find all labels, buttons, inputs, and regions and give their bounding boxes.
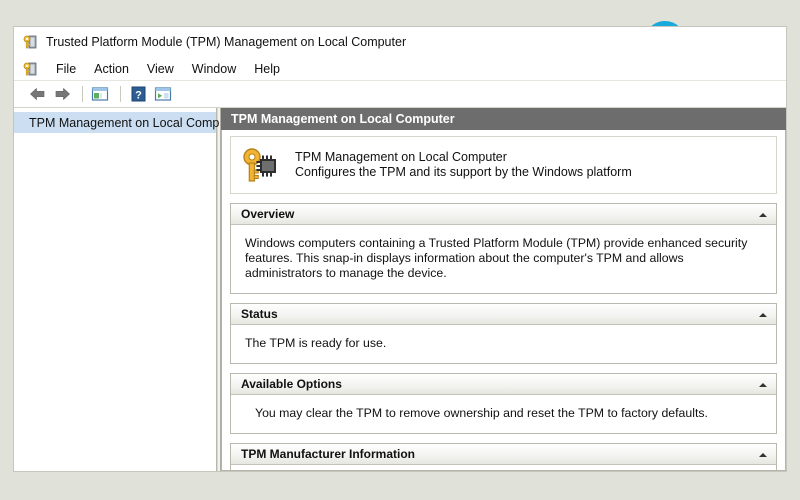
tree-item-label: TPM Management on Local Comp [29,116,219,130]
tpm-banner: TPM Management on Local Computer Configu… [230,136,777,194]
help-button[interactable]: ? [127,84,149,104]
chevron-up-icon[interactable] [759,310,768,319]
screenshot-root: MAG Trusted Platform Module (TPM) Manage… [0,0,800,500]
window-title: Trusted Platform Module (TPM) Management… [46,35,406,49]
section-status-title: Status [241,307,278,321]
section-overview-body: Windows computers containing a Trusted P… [231,225,776,293]
tpm-banner-title: TPM Management on Local Computer [295,150,632,165]
manufacturer-info-row: Manufacturer Name:INTC Manufacturer Vers… [231,465,776,471]
menu-help[interactable]: Help [245,60,289,78]
arrow-left-icon [29,87,46,101]
section-overview: Overview Windows computers containing a … [230,203,777,294]
section-status-body: The TPM is ready for use. [231,325,776,363]
section-overview-title: Overview [241,207,294,221]
svg-text:?: ? [135,89,142,101]
section-available-options-title: Available Options [241,377,342,391]
chevron-up-icon[interactable] [759,210,768,219]
section-available-options-header[interactable]: Available Options [231,374,776,395]
section-tpm-manufacturer-information-title: TPM Manufacturer Information [241,447,415,461]
console-tree-pane: TPM Management on Local Comp [14,108,217,471]
section-overview-header[interactable]: Overview [231,204,776,225]
window-title-bar: Trusted Platform Module (TPM) Management… [14,27,786,57]
console-tree-icon [91,86,109,102]
menu-view[interactable]: View [138,60,183,78]
section-status-header[interactable]: Status [231,304,776,325]
content-pane: TPM Management on Local Computer [221,108,786,471]
tpm-key-chip-large-icon [241,146,281,184]
section-available-options-body: You may clear the TPM to remove ownershi… [231,395,776,433]
toolbar: ? [14,81,786,108]
section-tpm-manufacturer-information: TPM Manufacturer Information Manufacture… [230,443,777,471]
action-pane-icon [154,86,172,102]
content-header-title: TPM Management on Local Computer [221,108,786,130]
menu-bar: File Action View Window Help [14,57,786,81]
question-mark-icon: ? [131,86,146,102]
show-action-pane-button[interactable] [152,84,174,104]
section-tpm-manufacturer-information-header[interactable]: TPM Manufacturer Information [231,444,776,465]
menu-action[interactable]: Action [85,60,138,78]
tpm-banner-subtitle: Configures the TPM and its support by th… [295,165,632,180]
toolbar-separator-2 [120,86,121,102]
tree-item-tpm-management[interactable]: TPM Management on Local Comp [14,112,216,133]
content-inner: TPM Management on Local Computer Configu… [221,130,786,471]
arrow-right-icon [54,87,71,101]
chevron-up-icon[interactable] [759,380,768,389]
tpm-banner-text: TPM Management on Local Computer Configu… [295,150,632,180]
tpm-key-chip-icon [22,34,38,50]
menu-file[interactable]: File [47,60,85,78]
window-body: TPM Management on Local Comp TPM Managem… [14,108,786,471]
menu-items: File Action View Window Help [47,60,289,78]
back-button[interactable] [26,84,48,104]
menu-window[interactable]: Window [183,60,245,78]
forward-button[interactable] [51,84,73,104]
section-status: Status The TPM is ready for use. [230,303,777,364]
show-hide-tree-button[interactable] [89,84,111,104]
chevron-up-icon[interactable] [759,450,768,459]
section-available-options: Available Options You may clear the TPM … [230,373,777,434]
tpm-key-chip-icon [22,61,38,77]
toolbar-separator-1 [82,86,83,102]
mmc-window: Trusted Platform Module (TPM) Management… [13,26,787,472]
